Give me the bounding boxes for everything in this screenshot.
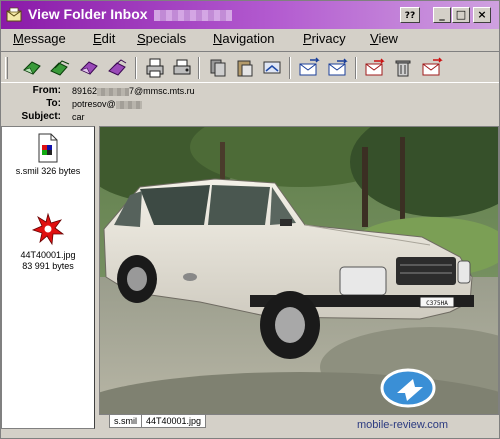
from-label: From: [32, 85, 61, 96]
menu-specials[interactable]: Specials [137, 31, 186, 46]
mark-unread-icon[interactable] [421, 57, 443, 79]
attachment-list: s.smil 326 bytes 44T40001.jpg 83 991 byt… [1, 126, 95, 429]
maximize-icon: □ [455, 8, 467, 21]
paste-icon[interactable] [234, 57, 256, 79]
image-preview: С375НА [99, 126, 499, 415]
forward-icon[interactable] [78, 57, 100, 79]
trash-icon[interactable] [392, 57, 414, 79]
title-bar[interactable]: View Folder Inbox ?? _ □ × [1, 1, 499, 29]
mobile-review-logo [380, 368, 436, 408]
attachment-item-jpg[interactable]: 44T40001.jpg 83 991 bytes [2, 211, 94, 272]
reply-all-icon[interactable] [49, 57, 71, 79]
toolbar-separator [289, 57, 291, 79]
from-value[interactable]: 89162 7@mmsc.mts.ru [72, 86, 195, 96]
toolbar-grip[interactable] [5, 57, 8, 79]
minimize-button[interactable]: _ [433, 7, 451, 23]
send-receive-icon[interactable] [298, 57, 320, 79]
menu-bar: Message Edit Specials Navigation Privacy… [1, 29, 499, 49]
redacted-text [97, 87, 130, 96]
help-button[interactable]: ?? [400, 7, 420, 23]
jpg-image-icon [31, 212, 65, 246]
tab-smil[interactable]: s.smil [109, 415, 142, 428]
maximize-button[interactable]: □ [452, 7, 470, 23]
reply-icon[interactable] [21, 57, 43, 79]
print-setup-icon[interactable] [171, 57, 193, 79]
menu-view[interactable]: View [370, 31, 398, 46]
inbox-envelope-icon [6, 7, 22, 22]
svg-text:С375НА: С375НА [426, 300, 448, 307]
copy-icon[interactable] [207, 57, 229, 79]
toolbar [1, 51, 499, 83]
close-icon: × [477, 8, 487, 21]
toolbar-separator [198, 57, 200, 79]
watermark-text: mobile-review.com [357, 419, 449, 431]
to-value[interactable]: potresov@ [72, 99, 142, 109]
window-title: View Folder Inbox [28, 6, 232, 22]
new-message-icon[interactable] [327, 57, 349, 79]
redacted-folder-name [153, 9, 232, 21]
toolbar-separator [135, 57, 137, 79]
print-icon[interactable] [144, 57, 166, 79]
to-label: To: [46, 98, 61, 109]
menu-navigation[interactable]: Navigation [213, 31, 274, 46]
subject-label: Subject: [21, 111, 61, 122]
menu-privacy[interactable]: Privacy [303, 31, 346, 46]
car-photo: С375НА [100, 127, 498, 414]
subject-value[interactable]: car [72, 112, 85, 122]
redacted-text [115, 100, 142, 109]
mail-viewer-window: View Folder Inbox ?? _ □ × Message Edit … [0, 0, 500, 439]
close-button[interactable]: × [473, 7, 491, 23]
message-headers: From: 89162 7@mmsc.mts.ru To: potresov@ S… [1, 85, 499, 125]
move-icon[interactable] [261, 57, 283, 79]
menu-edit[interactable]: Edit [93, 31, 115, 46]
menu-message[interactable]: Message [13, 31, 66, 46]
toolbar-separator [355, 57, 357, 79]
attachment-item-smil[interactable]: s.smil 326 bytes [2, 133, 94, 177]
help-icon: ?? [404, 11, 416, 21]
minimize-icon: _ [439, 8, 445, 21]
delete-message-icon[interactable] [364, 57, 386, 79]
tab-jpg[interactable]: 44T40001.jpg [141, 415, 207, 428]
smil-file-icon [38, 133, 58, 163]
forward-as-attachment-icon[interactable] [106, 57, 128, 79]
